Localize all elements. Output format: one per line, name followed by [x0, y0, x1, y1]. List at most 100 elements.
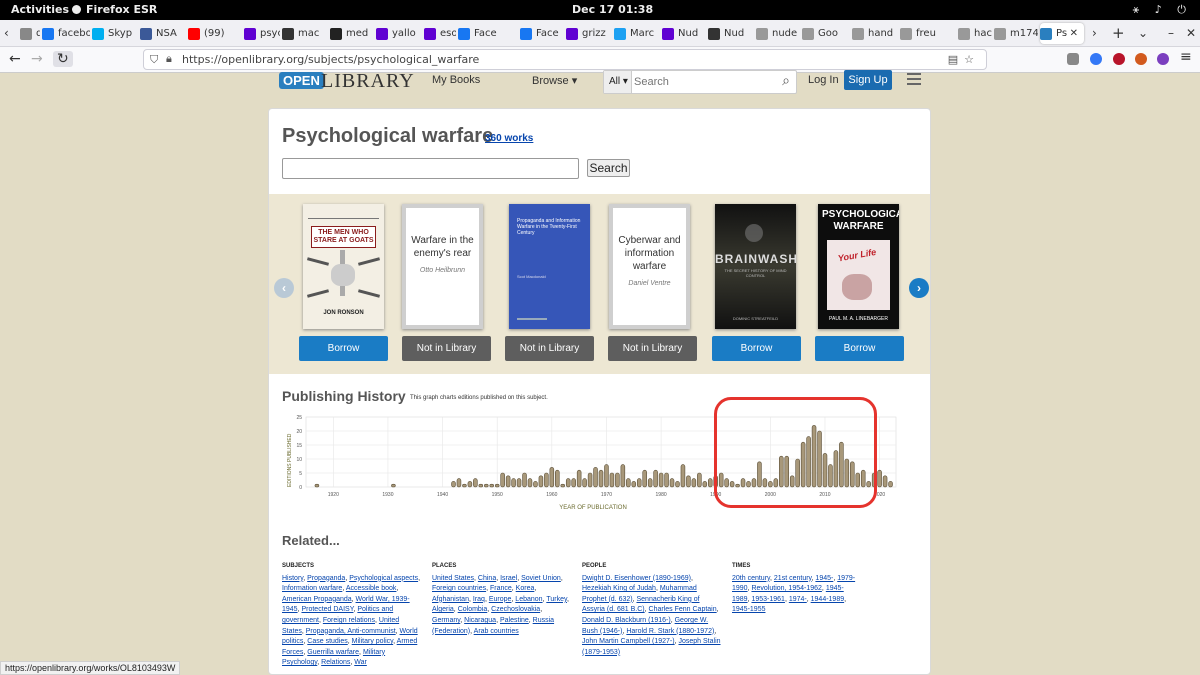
related-subject-link[interactable]: Accessible book [346, 585, 397, 592]
subject-search-button[interactable]: Search [587, 159, 630, 177]
related-place-link[interactable]: France [490, 585, 512, 592]
related-person-link[interactable]: Hezekiah King of Judah [582, 585, 656, 592]
browser-tab[interactable]: Marc [614, 23, 660, 44]
not-in-library-button[interactable]: Not in Library [608, 336, 697, 361]
not-in-library-button[interactable]: Not in Library [402, 336, 491, 361]
book-cover[interactable]: THE MEN WHO STARE AT GOATS JON RONSON [303, 204, 384, 329]
tab-scroll-right-icon[interactable]: › [1092, 26, 1097, 40]
book-cover-placeholder[interactable]: Cyberwar and information warfare Daniel V… [609, 204, 690, 329]
tab-list-chevron-icon[interactable]: ⌄ [1138, 26, 1148, 40]
related-time-link[interactable]: 1944-1989 [811, 596, 844, 603]
related-place-link[interactable]: Korea [516, 585, 535, 592]
related-place-link[interactable]: Afghanistan [432, 596, 469, 603]
related-person-link[interactable]: Charles Fenn Captain [649, 606, 717, 613]
new-tab-icon[interactable]: + [1112, 24, 1125, 42]
related-subject-link[interactable]: Propaganda, Anti-communist [306, 628, 396, 635]
related-place-link[interactable]: United States [432, 575, 474, 582]
related-place-link[interactable]: Turkey [546, 596, 567, 603]
related-subject-link[interactable]: Propaganda [307, 575, 345, 582]
browser-tab[interactable]: freu [900, 23, 956, 44]
tab-scroll-left-icon[interactable]: ‹ [4, 26, 9, 40]
related-subject-link[interactable]: History [282, 575, 303, 582]
reader-bookmark-icons[interactable]: ▤☆ [948, 53, 980, 66]
search-icon[interactable]: ⌕ [782, 73, 790, 89]
browser-tab[interactable]: med [330, 23, 374, 44]
related-person-link[interactable]: Donald D. Blackburn (1916-) [582, 617, 671, 624]
browser-tab[interactable]: psyc [244, 23, 280, 44]
related-place-link[interactable]: China [478, 575, 496, 582]
borrow-button[interactable]: Borrow [712, 336, 801, 361]
related-time-link[interactable]: 1945- [815, 575, 833, 582]
related-place-link[interactable]: Europe [489, 596, 512, 603]
related-time-link[interactable]: 1945-1955 [732, 606, 765, 613]
related-subject-link[interactable]: Foreign relations [323, 617, 375, 624]
url-bar[interactable]: ⛉ 🔒︎ https://openlibrary.org/subjects/ps… [143, 49, 987, 70]
browse-menu[interactable]: Browse ▾ [532, 74, 577, 87]
related-place-link[interactable]: Czechoslovakia [491, 606, 540, 613]
login-link[interactable]: Log In [808, 74, 839, 86]
related-subject-link[interactable]: Psychological aspects [349, 575, 418, 582]
browser-tab[interactable]: nude [756, 23, 800, 44]
related-person-link[interactable]: John Martin Campbell (1927-) [582, 638, 675, 645]
downloads-icon[interactable] [1090, 53, 1102, 65]
related-subject-link[interactable]: Relations [321, 659, 350, 666]
browser-tab[interactable]: faceboo [42, 23, 90, 44]
book-cover[interactable]: PSYCHOLOGICAL WARFARE Your Life PAUL M. … [818, 204, 899, 329]
related-place-link[interactable]: Iraq [473, 596, 485, 603]
related-place-link[interactable]: Israel [500, 575, 517, 582]
signup-button[interactable]: Sign Up [844, 70, 892, 90]
related-place-link[interactable]: Soviet Union [521, 575, 561, 582]
related-place-link[interactable]: Lebanon [515, 596, 542, 603]
reload-icon[interactable]: ↻ [53, 51, 73, 67]
browser-tab[interactable]: (99) [188, 23, 242, 44]
clock[interactable]: Dec 17 01:38 [572, 3, 653, 16]
related-time-link[interactable]: 1953-1961 [751, 596, 784, 603]
related-subject-link[interactable]: War [354, 659, 367, 666]
carousel-next-icon[interactable]: › [909, 278, 929, 298]
borrow-button[interactable]: Borrow [299, 336, 388, 361]
pocket-icon[interactable] [1067, 53, 1079, 65]
browser-tab[interactable]: hand [852, 23, 898, 44]
related-time-link[interactable]: 1974- [789, 596, 807, 603]
related-subject-link[interactable]: Military policy [352, 638, 394, 645]
browser-tab[interactable]: yallo [376, 23, 422, 44]
ublock-icon[interactable] [1113, 53, 1125, 65]
related-time-link[interactable]: 21st century [774, 575, 812, 582]
search-scope-select[interactable]: All ▾ [604, 71, 632, 93]
browser-tab[interactable]: Nud [662, 23, 706, 44]
browser-tab[interactable]: mac [282, 23, 328, 44]
related-place-link[interactable]: Nicaragua [464, 617, 496, 624]
related-time-link[interactable]: Revolution, 1954-1962 [751, 585, 821, 592]
related-place-link[interactable]: Colombia [458, 606, 488, 613]
browser-tab[interactable]: grizz [566, 23, 612, 44]
related-place-link[interactable]: Germany [432, 617, 460, 624]
close-window-icon[interactable]: ✕ [1186, 26, 1196, 40]
book-cover-placeholder[interactable]: Warfare in the enemy's rear Otto Heilbrun… [402, 204, 483, 329]
related-person-link[interactable]: Dwight D. Eisenhower (1890-1969) [582, 575, 691, 582]
back-icon[interactable]: ← [9, 51, 21, 67]
my-books-link[interactable]: My Books [432, 74, 480, 86]
shield-icon[interactable]: ⛉ [150, 53, 158, 67]
browser-tab[interactable]: Face [458, 23, 518, 44]
openlibrary-logo[interactable]: OPEN LIBRARY [279, 70, 414, 92]
minimize-icon[interactable]: – [1168, 26, 1174, 40]
forward-icon[interactable]: → [31, 51, 43, 67]
browser-tab[interactable]: dei [20, 23, 40, 44]
browser-tab[interactable]: hack [958, 23, 992, 44]
book-cover[interactable]: Propaganda and Information Warfare in th… [509, 204, 590, 329]
browser-tab[interactable]: Skyp [92, 23, 138, 44]
extension-purple-icon[interactable] [1157, 53, 1169, 65]
subject-search-input[interactable] [282, 158, 579, 179]
close-tab-icon[interactable]: ✕ [1070, 28, 1084, 39]
menu-icon[interactable]: ≡ [1180, 49, 1192, 65]
browser-tab[interactable]: Nud [708, 23, 754, 44]
app-menu[interactable]: Firefox ESR [72, 3, 157, 16]
works-count-link[interactable]: 360 works [485, 133, 533, 144]
site-search-input[interactable] [634, 73, 774, 91]
related-place-link[interactable]: Palestine [500, 617, 529, 624]
related-place-link[interactable]: Foreign countries [432, 585, 486, 592]
related-subject-link[interactable]: Case studies [307, 638, 347, 645]
related-subject-link[interactable]: Information warfare [282, 585, 342, 592]
related-subject-link[interactable]: Protected DAISY [301, 606, 353, 613]
browser-tab[interactable]: m174.jp [994, 23, 1038, 44]
